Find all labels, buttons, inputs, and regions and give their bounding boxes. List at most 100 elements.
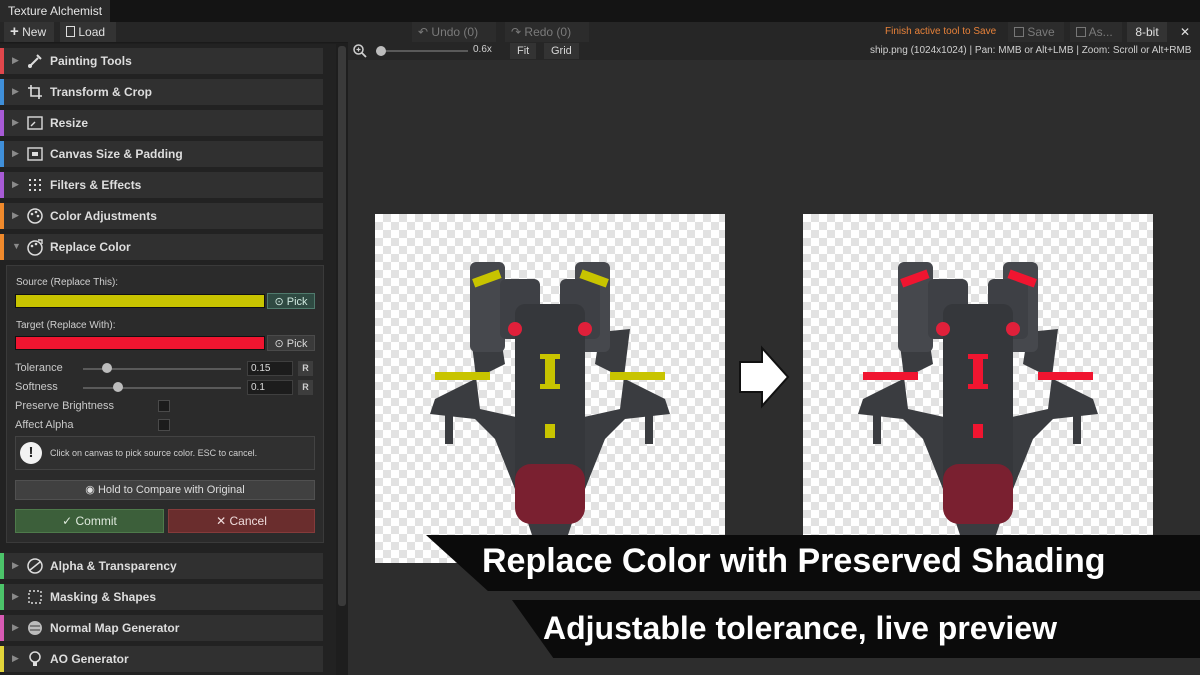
sidebar-section-masking-shapes[interactable]: ▶ Masking & Shapes	[0, 584, 323, 610]
save-label: Save	[1027, 25, 1055, 39]
save-as-button[interactable]: As...	[1070, 22, 1122, 42]
zoom-value: 0.6x	[473, 44, 492, 55]
undo-icon: ↶	[418, 25, 429, 39]
chevron-right-icon: ▶	[12, 117, 19, 127]
result-image-preview	[803, 214, 1153, 563]
softness-label: Softness	[15, 381, 58, 393]
softness-reset-button[interactable]: R	[298, 380, 313, 395]
alpha-icon	[27, 558, 43, 574]
bit-depth-button[interactable]: 8-bit	[1127, 22, 1167, 42]
zoom-slider-knob[interactable]	[375, 46, 386, 56]
sidebar-section-resize[interactable]: ▶ Resize	[0, 110, 323, 136]
main-toolbar: + New Load ↶ Undo (0) ↷ Redo (0) Finish …	[0, 22, 1200, 43]
chevron-down-icon: ▼	[12, 241, 21, 251]
sidebar-section-canvas-size-padding[interactable]: ▶ Canvas Size & Padding	[0, 141, 323, 167]
spaceship-recolored-image	[858, 262, 1098, 544]
fit-button[interactable]: Fit	[510, 43, 537, 59]
replace-color-icon	[27, 239, 43, 256]
section-color-bar	[0, 234, 4, 260]
source-pick-button[interactable]: ⊙ Pick	[267, 293, 315, 309]
save-button[interactable]: Save	[1008, 22, 1064, 42]
sidebar-scrollbar[interactable]	[338, 46, 346, 606]
sidebar-section-ao-generator[interactable]: ▶ AO Generator	[0, 646, 323, 672]
new-label: New	[22, 25, 47, 39]
section-label: Canvas Size & Padding	[50, 147, 183, 161]
section-color-bar	[0, 48, 4, 74]
normal-map-icon	[28, 621, 42, 635]
softness-slider[interactable]	[83, 387, 241, 389]
replace-color-panel: Source (Replace This): ⊙ Pick Target (Re…	[6, 265, 324, 543]
tolerance-input[interactable]: 0.15	[247, 361, 293, 376]
undo-button[interactable]: ↶ Undo (0)	[412, 22, 496, 42]
sidebar-section-replace-color[interactable]: ▼ Replace Color	[0, 234, 323, 260]
sidebar-section-transform-crop[interactable]: ▶ Transform & Crop	[0, 79, 323, 105]
section-label: Replace Color	[50, 240, 131, 254]
redo-icon: ↷	[511, 25, 522, 39]
close-icon[interactable]: ✕	[1172, 22, 1198, 42]
title-bar: Texture Alchemist	[0, 0, 1200, 22]
save-as-label: As...	[1088, 25, 1113, 39]
sidebar-section-alpha-transparency[interactable]: ▶ Alpha & Transparency	[0, 553, 323, 579]
sidebar-section-painting-tools[interactable]: ▶ Painting Tools	[0, 48, 323, 74]
load-label: Load	[78, 25, 106, 39]
section-color-bar	[0, 553, 4, 579]
target-pick-label: Pick	[286, 338, 308, 350]
affect-alpha-checkbox[interactable]	[158, 419, 170, 431]
chevron-right-icon: ▶	[12, 653, 19, 663]
target-pick-button[interactable]: ⊙ Pick	[267, 335, 315, 351]
section-label: Alpha & Transparency	[50, 559, 177, 573]
save-as-icon	[1076, 27, 1086, 37]
right-arrow-icon	[739, 345, 790, 409]
exclamation-icon: !	[20, 442, 42, 464]
tolerance-slider-knob[interactable]	[101, 363, 112, 373]
app-title-tab: Texture Alchemist	[0, 0, 110, 22]
sidebar-section-filters-effects[interactable]: ▶ Filters & Effects	[0, 172, 323, 198]
section-color-bar	[0, 615, 4, 641]
filter-grid-icon	[29, 179, 41, 191]
chevron-right-icon: ▶	[12, 560, 19, 570]
section-label: Resize	[50, 116, 89, 130]
chevron-right-icon: ▶	[12, 591, 19, 601]
section-color-bar	[0, 172, 4, 198]
chevron-right-icon: ▶	[12, 148, 19, 158]
hold-compare-button[interactable]: ◉ Hold to Compare with Original	[15, 480, 315, 500]
preserve-brightness-checkbox[interactable]	[158, 400, 170, 412]
load-button[interactable]: Load	[60, 22, 116, 42]
sidebar-section-color-adjustments[interactable]: ▶ Color Adjustments	[0, 203, 323, 229]
commit-button[interactable]: ✓ Commit	[15, 509, 164, 533]
sidebar-section-normal-map-generator[interactable]: ▶ Normal Map Generator	[0, 615, 323, 641]
zoom-icon	[353, 44, 367, 58]
section-color-bar	[0, 110, 4, 136]
finish-tool-warning: Finish active tool to Save	[885, 26, 997, 37]
softness-slider-knob[interactable]	[112, 382, 123, 392]
redo-button[interactable]: ↷ Redo (0)	[505, 22, 589, 42]
target-color-swatch[interactable]	[15, 336, 265, 350]
section-label: Painting Tools	[50, 54, 132, 68]
tolerance-reset-button[interactable]: R	[298, 361, 313, 376]
section-label: AO Generator	[50, 652, 129, 666]
tolerance-label: Tolerance	[15, 362, 63, 374]
affect-alpha-label: Affect Alpha	[15, 419, 74, 431]
section-label: Normal Map Generator	[50, 621, 180, 635]
cancel-button[interactable]: ✕ Cancel	[168, 509, 315, 533]
chevron-right-icon: ▶	[12, 86, 19, 96]
palette-icon	[27, 208, 43, 224]
compare-label: Hold to Compare with Original	[97, 484, 245, 496]
section-color-bar	[0, 79, 4, 105]
target-icon: ⊙	[274, 296, 284, 308]
file-icon	[66, 26, 75, 37]
source-pick-label: Pick	[286, 296, 308, 308]
original-image-preview	[375, 214, 725, 563]
brush-icon	[28, 54, 42, 68]
save-icon	[1014, 27, 1024, 37]
new-button[interactable]: + New	[4, 22, 54, 42]
grid-button[interactable]: Grid	[544, 43, 579, 59]
section-label: Masking & Shapes	[50, 590, 157, 604]
preserve-brightness-label: Preserve Brightness	[15, 400, 115, 412]
target-icon: ⊙	[274, 338, 284, 350]
section-color-bar	[0, 584, 4, 610]
source-label: Source (Replace This):	[16, 277, 119, 288]
source-color-swatch[interactable]	[15, 294, 265, 308]
softness-input[interactable]: 0.1	[247, 380, 293, 395]
zoom-slider[interactable]	[376, 50, 468, 52]
